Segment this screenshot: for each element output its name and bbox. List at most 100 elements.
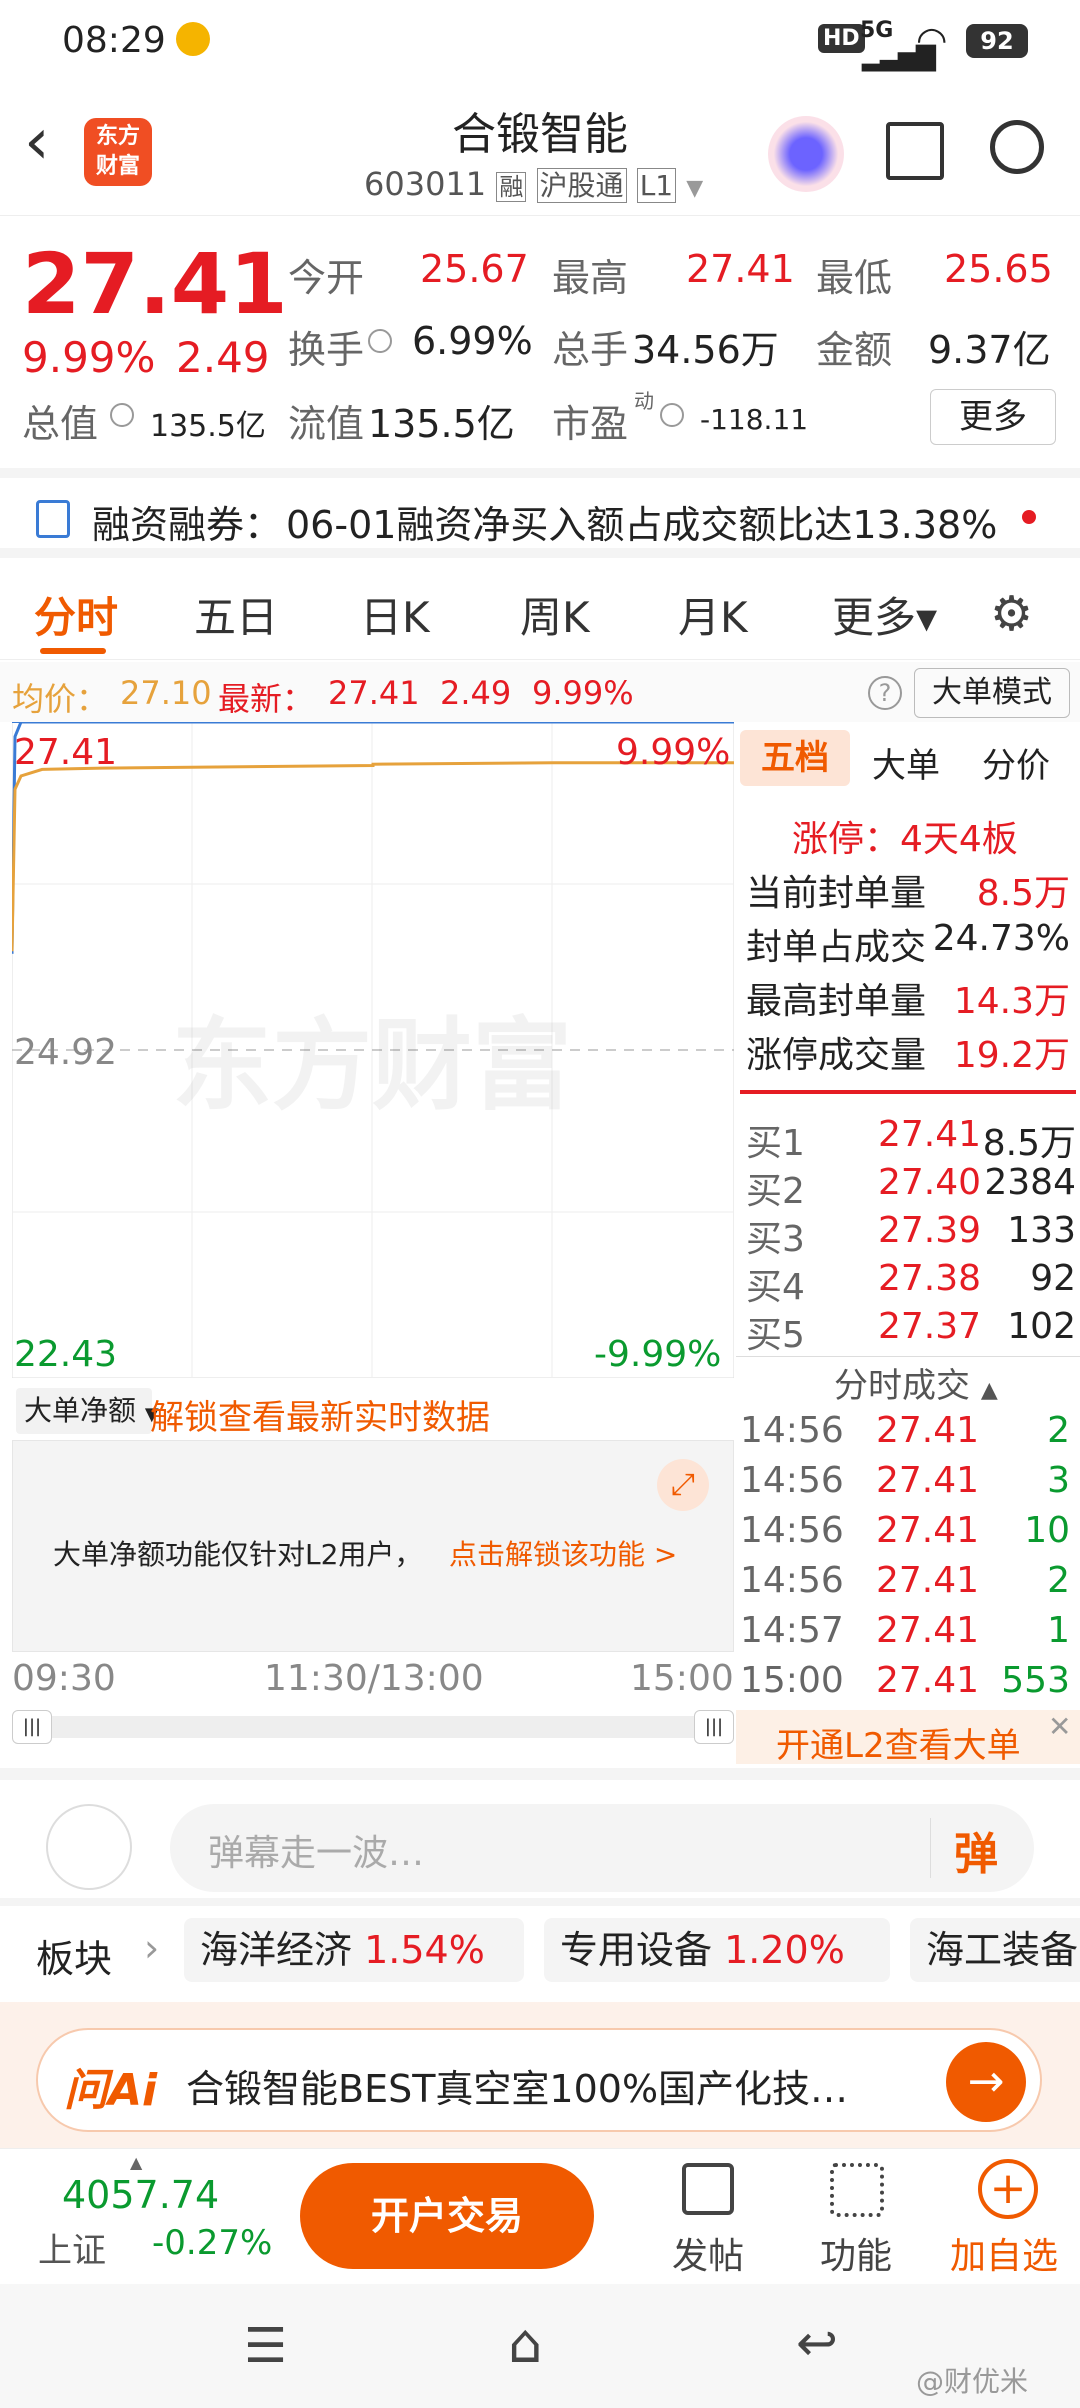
grid-icon[interactable] <box>830 2163 884 2217</box>
sector-chip[interactable]: 海工装备 <box>910 1918 1080 1982</box>
scroll-handle-right[interactable]: ||| <box>694 1710 734 1744</box>
more-button[interactable]: 更多 <box>930 389 1056 445</box>
trade-volume: 10 <box>1024 1510 1070 1551</box>
intraday-chart[interactable]: 东方财富 27.41 9.99% 24.92 22.43 -9.99% <box>12 722 734 1378</box>
trade-volume: 2 <box>1047 1560 1070 1601</box>
bid-row: 买5 27.37 102 <box>746 1306 1076 1358</box>
stat-value: 24.73% <box>932 918 1070 959</box>
tab-month-k[interactable]: 月K <box>678 584 748 645</box>
arrow-right-icon[interactable]: → <box>946 2042 1026 2122</box>
add-icon[interactable]: + <box>978 2159 1038 2219</box>
info-icon[interactable] <box>110 403 134 427</box>
change-percent: 9.99% <box>22 333 156 382</box>
tab-big-orders[interactable]: 大单 <box>872 738 940 787</box>
stat-value: 19.2万 <box>953 1035 1070 1076</box>
chart-bottom-price: 22.43 <box>14 1334 118 1375</box>
trade-volume: 2 <box>1047 1410 1070 1451</box>
tab-price-distribution[interactable]: 分价 <box>982 738 1050 787</box>
bid-label: 买5 <box>746 1315 805 1356</box>
price-info-line: 均价： 27.10 最新： 27.41 2.49 9.99% ? 大单模式 <box>0 662 1080 722</box>
sector-chip[interactable]: 专用设备 1.20% <box>544 1918 890 1982</box>
trade-price: 27.41 <box>876 1510 980 1551</box>
info-icon[interactable] <box>368 329 392 353</box>
trade-price: 27.41 <box>876 1560 980 1601</box>
ai-question-text: 合锻智能BEST真空室100%国产化技… <box>186 2067 849 2111</box>
sector-name: 海洋经济 <box>200 1928 353 1972</box>
help-icon[interactable]: ? <box>868 676 902 710</box>
unlock-feature-link[interactable]: 点击解锁该功能 > <box>449 1533 677 1573</box>
big-order-panel: 大单净额 ▼ 解锁查看最新实时数据 ⤢ 大单净额功能仅针对L2用户， 点击解锁该… <box>12 1378 734 1764</box>
indicator-selector[interactable]: 大单净额 ▼ <box>16 1388 159 1434</box>
margin-notice[interactable]: 融资融券： 06-01融资净买入额占成交额比达13.38% <box>0 468 1080 558</box>
trade-time: 14:56 <box>740 1410 844 1451</box>
high-value: 27.41 <box>686 247 795 291</box>
big-order-mode-button[interactable]: 大单模式 <box>914 668 1070 718</box>
tab-more[interactable]: 更多▾ <box>832 584 937 645</box>
info-icon[interactable] <box>660 403 684 427</box>
latest-percent: 9.99% <box>532 674 634 712</box>
index-value[interactable]: 4057.74 <box>62 2173 219 2217</box>
chevron-right-icon[interactable]: › <box>144 1926 159 1970</box>
stat-label: 封单占成交 <box>746 927 927 968</box>
sector-chip[interactable]: 海洋经济 1.54% <box>184 1918 524 1982</box>
danmu-placeholder: 弹幕走一波… <box>208 1833 425 1874</box>
tab-week-k[interactable]: 周K <box>520 584 590 645</box>
high-label: 最高 <box>552 256 629 300</box>
low-value: 25.65 <box>944 247 1053 291</box>
trades-title-text: 分时成交 <box>834 1366 970 1406</box>
level-tag: L1 <box>636 168 677 203</box>
back-icon[interactable]: ‹ <box>24 110 50 174</box>
turnover-label: 换手 <box>288 328 365 372</box>
chart-top-pct: 9.99% <box>616 732 731 773</box>
bid-volume: 133 <box>1007 1210 1076 1251</box>
open-account-trade-button[interactable]: 开户交易 <box>300 2163 594 2269</box>
ai-banner[interactable]: 问Ai 合锻智能BEST真空室100%国产化技… → <box>0 2002 1080 2148</box>
chart-mid-price: 24.92 <box>14 1032 118 1073</box>
tab-day-k[interactable]: 日K <box>360 584 430 645</box>
sector-label: 板块 <box>36 1937 113 1981</box>
unlock-link[interactable]: 解锁查看最新实时数据 <box>150 1390 490 1439</box>
bid-label: 买4 <box>746 1267 805 1308</box>
back-nav-icon[interactable]: ↩ <box>796 2314 838 2372</box>
bid-row: 买2 27.40 2384 <box>746 1162 1076 1214</box>
post-label[interactable]: 发帖 <box>672 2227 744 2279</box>
danmu-button[interactable]: 弹 <box>954 1818 998 1882</box>
menu-icon[interactable]: ☰ <box>244 2318 287 2374</box>
home-icon[interactable]: ⌂ <box>508 2312 542 2375</box>
scroll-handle-left[interactable]: ||| <box>12 1710 52 1744</box>
search-icon[interactable] <box>990 120 1044 174</box>
l2-banner[interactable]: 开通L2查看大单 ✕ <box>736 1710 1080 1766</box>
share-icon[interactable] <box>886 122 944 180</box>
function-label[interactable]: 功能 <box>820 2227 892 2279</box>
stat-label: 当前封单量 <box>746 873 927 914</box>
volume-label: 总手 <box>552 328 629 372</box>
trade-row: 14:56 27.41 3 <box>740 1460 1070 1501</box>
time-scrollbar[interactable]: ||| ||| <box>12 1710 734 1744</box>
app-logo[interactable]: 东方 财富 <box>84 118 152 186</box>
float-value: 135.5亿 <box>368 402 515 446</box>
edit-icon[interactable] <box>682 2163 734 2215</box>
danmu-input[interactable]: 弹幕走一波… 弹 <box>170 1804 1034 1892</box>
index-name[interactable]: 上证 <box>38 2223 106 2272</box>
ai-question-pill[interactable]: 问Ai 合锻智能BEST真空室100%国产化技… → <box>36 2028 1042 2132</box>
battery-icon: 92 <box>966 24 1028 58</box>
index-percent[interactable]: -0.27% <box>152 2223 272 2263</box>
tab-five-day[interactable]: 五日 <box>194 584 278 645</box>
close-icon[interactable]: ✕ <box>1048 1710 1071 1743</box>
low-label: 最低 <box>816 256 893 300</box>
add-watchlist-label[interactable]: 加自选 <box>950 2227 1058 2279</box>
stock-code-line[interactable]: 603011 融 沪股通 L1 ▼ <box>364 164 703 204</box>
dropdown-icon: ▼ <box>686 176 704 201</box>
latest-value: 27.41 <box>328 674 420 712</box>
comment-settings-icon[interactable] <box>46 1804 132 1890</box>
gear-icon[interactable]: ⚙ <box>990 586 1033 642</box>
tab-intraday[interactable]: 分时 <box>34 584 118 645</box>
sector-name: 专用设备 <box>560 1928 713 1972</box>
pe-value: -118.11 <box>700 403 809 436</box>
expand-icon[interactable]: ⤢ <box>657 1459 709 1511</box>
trade-row: 14:56 27.41 2 <box>740 1410 1070 1451</box>
tab-indicator <box>40 648 106 654</box>
tab-five-levels[interactable]: 五档 <box>740 730 850 786</box>
ai-robot-icon[interactable] <box>768 116 844 192</box>
trades-title[interactable]: 分时成交 ▲ <box>834 1358 998 1407</box>
